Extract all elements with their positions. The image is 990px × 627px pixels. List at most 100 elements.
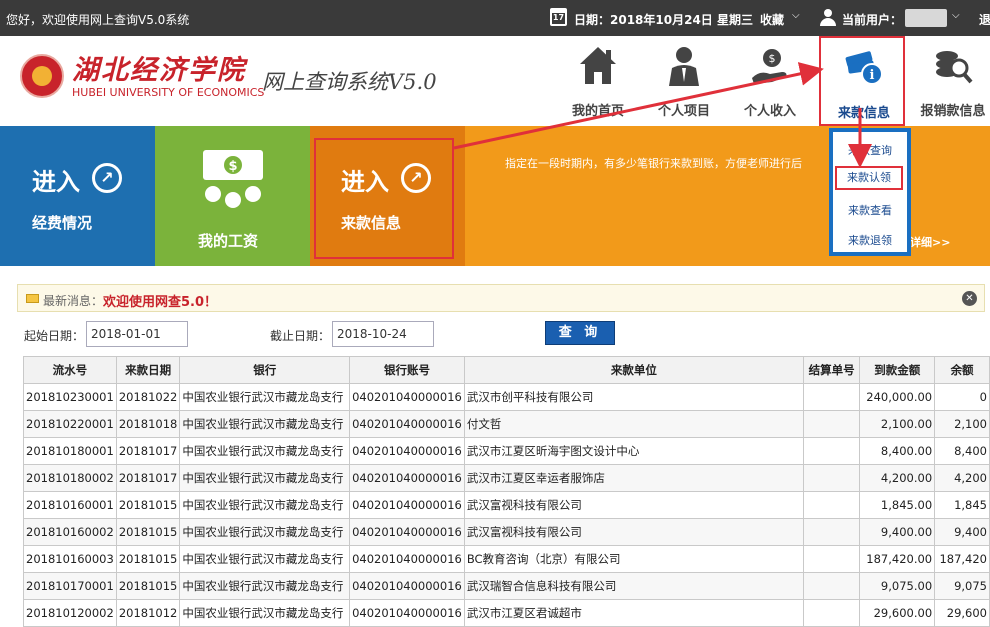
end-date-input[interactable] [332,321,434,347]
col-header[interactable]: 余额 [934,356,990,384]
table-cell: 040201040000016 [349,599,465,627]
table-row[interactable]: 201810220001 20181018 中国农业银行武汉市藏龙岛支行 040201… [23,410,990,438]
nav-home[interactable]: 我的首页 [555,36,641,126]
svg-text:i: i [870,68,875,83]
incoming-funds-table: 流水号 来款日期 银行 银行账号 来款单位 结算单号 到款金额 余额 20181… [23,356,990,627]
table-cell [802,410,861,438]
header: 湖北经济学院 HUBEI UNIVERSITY OF ECONOMICS 网上查… [0,36,990,126]
table-cell: 9,400.00 [859,518,936,546]
table-cell: 187,420.00 [859,545,936,573]
incoming-funds-dropdown: 来款查询 来款认领 来款查看 来款退领 [829,128,911,256]
table-cell: 武汉富视科技有限公司 [463,518,804,546]
table-cell: 中国农业银行武汉市藏龙岛支行 [179,572,351,600]
svg-text:$: $ [228,159,237,174]
table-cell: 中国农业银行武汉市藏龙岛支行 [179,518,351,546]
table-cell: 20181015 [115,491,181,519]
dropdown-item-query[interactable]: 来款查询 [833,142,907,158]
table-cell: 201810220001 [23,410,117,438]
table-cell: 中国农业银行武汉市藏龙岛支行 [179,491,351,519]
table-cell: 9,075 [934,572,990,600]
banner-note: 指定在一段时期内，有多少笔银行来款到账，方便老师进行后 [505,157,802,170]
chevron-down-icon[interactable]: ⌵ [792,10,800,21]
table-cell: 武汉瑞智合信息科技有限公司 [463,572,804,600]
logout-link[interactable]: 退 [979,11,990,28]
tile-salary[interactable]: $ 我的工资 [155,126,310,266]
banner-more-link[interactable]: 详细>> [910,234,950,250]
table-cell: 中国农业银行武汉市藏龙岛支行 [179,545,351,573]
tile-sub-label: 经费情况 [32,214,93,232]
tile-enter-text: 进入 [32,168,80,196]
table-cell: 20181018 [115,410,181,438]
nav-incoming-funds[interactable]: i 来款信息 [819,36,905,126]
col-header[interactable]: 银行账号 [349,356,465,384]
table-row[interactable]: 201810160003 20181015 中国农业银行武汉市藏龙岛支行 040201… [23,545,990,573]
col-header[interactable]: 来款日期 [115,356,181,384]
table-cell [802,491,861,519]
close-icon[interactable]: ✕ [962,291,977,306]
table-cell: 4,200.00 [859,464,936,492]
current-user-label: 当前用户： [842,13,903,27]
tile-funding[interactable]: 进入 ↗ 经费情况 [0,126,155,266]
table-cell: 040201040000016 [349,437,465,465]
table-cell: 040201040000016 [349,383,465,411]
dropdown-item-view[interactable]: 来款查看 [833,202,907,218]
table-row[interactable]: 201810180002 20181017 中国农业银行武汉市藏龙岛支行 040201… [23,464,990,492]
table-cell: 4,200 [934,464,990,492]
col-header[interactable]: 流水号 [23,356,117,384]
chevron-down-icon[interactable]: ⌵ [952,10,960,21]
table-row[interactable]: 201810160001 20181015 中国农业银行武汉市藏龙岛支行 040201… [23,491,990,519]
table-cell: 中国农业银行武汉市藏龙岛支行 [179,437,351,465]
col-header[interactable]: 银行 [179,356,351,384]
table-row[interactable]: 201810170001 20181015 中国农业银行武汉市藏龙岛支行 040201… [23,572,990,600]
table-cell: 040201040000016 [349,410,465,438]
table-cell: 20181017 [115,437,181,465]
table-cell: 20181015 [115,572,181,600]
table-cell: 040201040000016 [349,491,465,519]
house-icon [580,47,616,84]
col-header[interactable]: 来款单位 [463,356,804,384]
user-name-box[interactable] [905,9,947,27]
table-cell: 20181015 [115,518,181,546]
nav-personal-projects[interactable]: 个人项目 [641,36,727,126]
table-cell: 1,845 [934,491,990,519]
table-row[interactable]: 201810230001 20181022 中国农业银行武汉市藏龙岛支行 040201… [23,383,990,411]
table-cell [802,518,861,546]
logo-english-name: HUBEI UNIVERSITY OF ECONOMICS [72,86,265,99]
logo-chinese-name: 湖北经济学院 [72,55,246,86]
table-cell: 2,100.00 [859,410,936,438]
coin-search-icon [936,51,973,84]
table-row[interactable]: 201810180001 20181017 中国农业银行武汉市藏龙岛支行 040201… [23,437,990,465]
favorites-menu[interactable]: 收藏 [760,11,784,28]
table-cell: 201810120002 [23,599,117,627]
table-cell: 240,000.00 [859,383,936,411]
dropdown-item-return[interactable]: 来款退领 [833,232,907,248]
col-header[interactable]: 结算单号 [802,356,861,384]
col-header[interactable]: 到款金额 [859,356,936,384]
nav-reimbursement[interactable]: 报销款信息 [910,36,990,126]
hand-money-icon: $ [752,49,787,84]
table-cell: 8,400 [934,437,990,465]
start-date-label: 起始日期： [24,329,85,343]
nav-label: 个人项目 [657,104,710,119]
table-cell: 201810160001 [23,491,117,519]
dropdown-item-claim[interactable]: 来款认领 [835,166,903,190]
start-date-input[interactable] [86,321,188,347]
notice-bar: 最新消息： 欢迎使用网查5.0！ ✕ [17,284,985,312]
query-button[interactable]: 查 询 [545,321,615,345]
nav-personal-income[interactable]: $ 个人收入 [727,36,813,126]
table-cell: BC教育咨询（北京）有限公司 [463,545,804,573]
table-row[interactable]: 201810120002 20181012 中国农业银行武汉市藏龙岛支行 040201… [23,599,990,627]
table-cell: 武汉市创平科技有限公司 [463,383,804,411]
table-cell: 29,600 [934,599,990,627]
table-cell: 1,845.00 [859,491,936,519]
table-cell: 201810180002 [23,464,117,492]
table-cell [802,383,861,411]
table-cell: 武汉市江夏区幸运者服饰店 [463,464,804,492]
nav-label: 来款信息 [837,106,890,121]
table-row[interactable]: 201810160002 20181015 中国农业银行武汉市藏龙岛支行 040201… [23,518,990,546]
table-cell: 201810230001 [23,383,117,411]
nav-label: 我的首页 [571,104,624,119]
envelope-icon [26,294,39,303]
svg-text:$: $ [769,52,776,65]
table-cell: 20181022 [115,383,181,411]
